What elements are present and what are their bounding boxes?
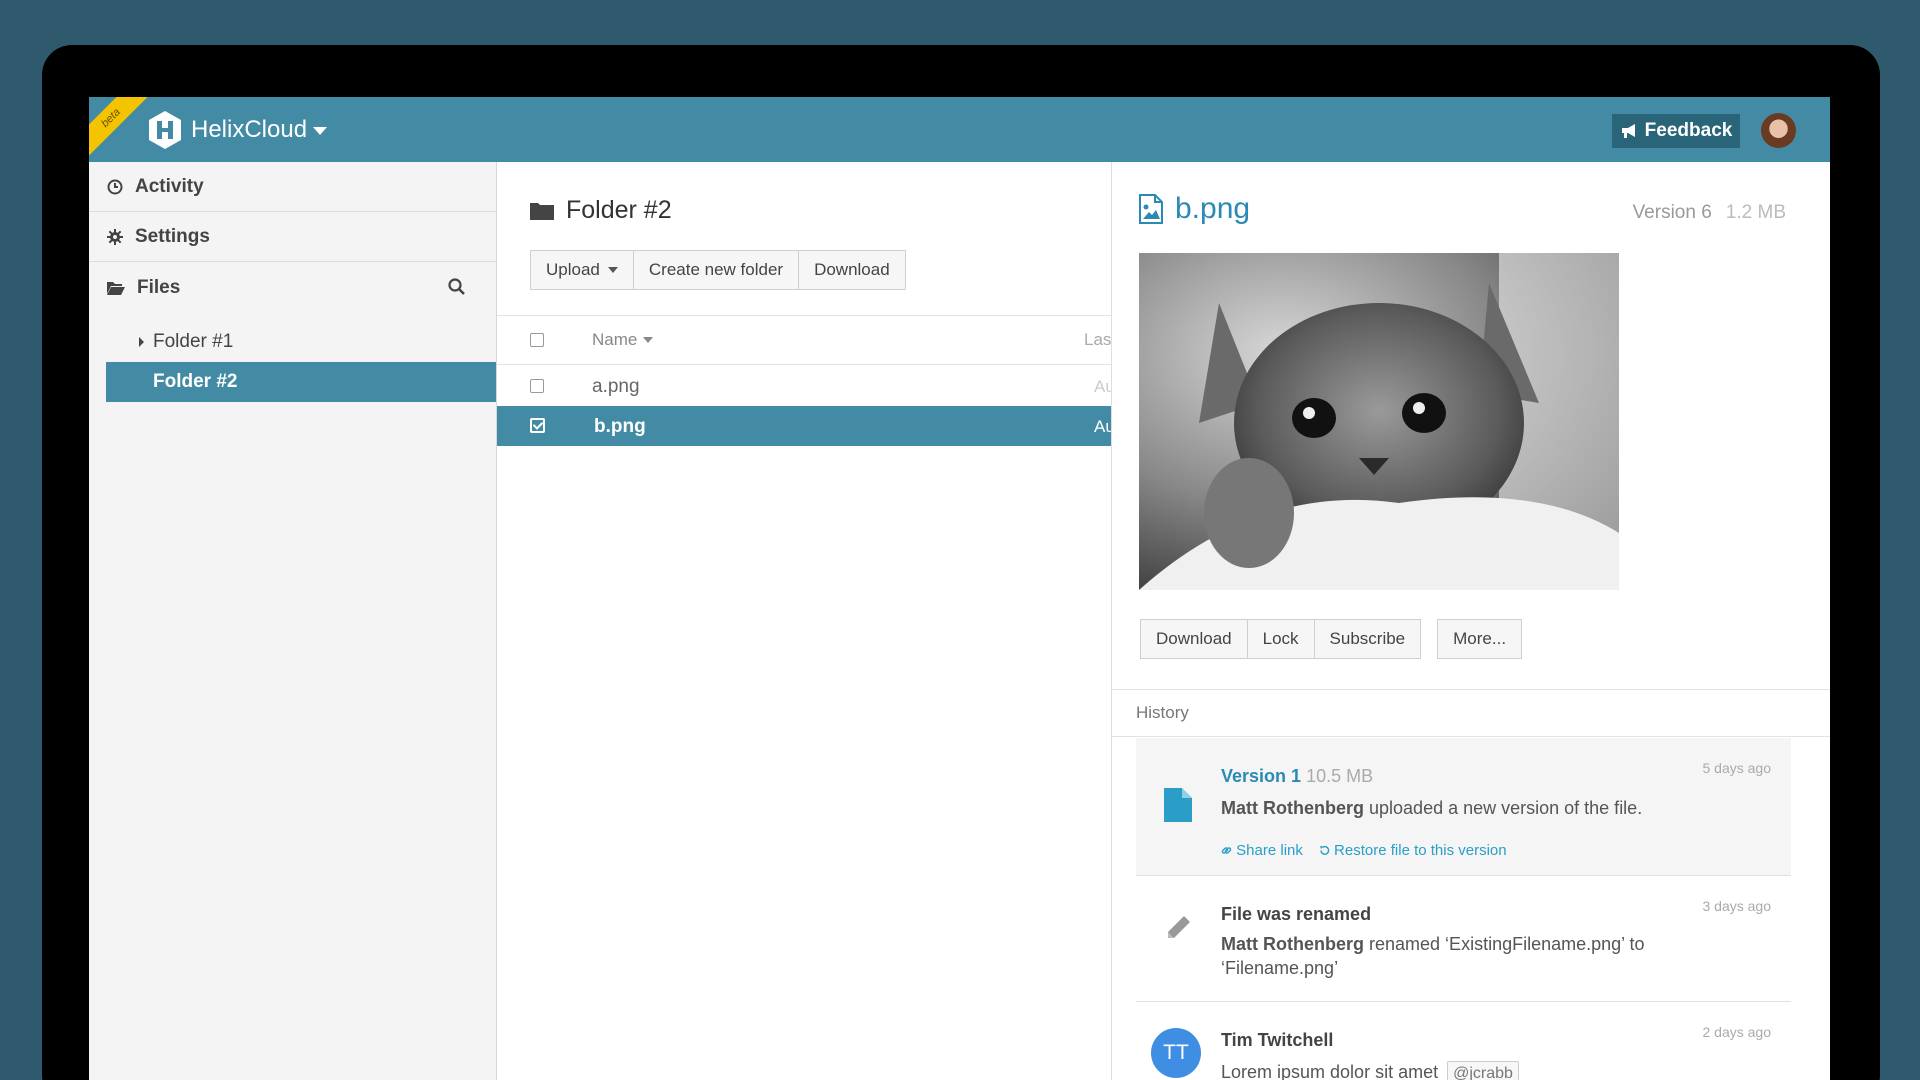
version-size: 10.5 MB xyxy=(1306,766,1374,786)
history-user: Matt Rothenberg xyxy=(1221,934,1364,954)
history-timestamp: 5 days ago xyxy=(1702,760,1772,776)
avatar: TT xyxy=(1151,1028,1201,1078)
caret-right-icon[interactable] xyxy=(139,337,144,347)
sidebar: Activity Settings Files Folder #1 Folder… xyxy=(89,162,497,1080)
folder-icon xyxy=(530,203,554,220)
history-entry-title: Version 1 10.5 MB xyxy=(1221,766,1373,787)
folder-pane: Folder #2 Upload Create new folder Downl… xyxy=(497,162,1111,1080)
restore-link-label: Restore file to this version xyxy=(1334,842,1507,859)
file-date: Au xyxy=(1094,417,1111,436)
tree-item-folder-1[interactable]: Folder #1 xyxy=(89,322,496,362)
app-window: beta HelixCloud Feedback Activity Settin… xyxy=(89,97,1830,1080)
image-file-icon xyxy=(1139,194,1163,224)
history-entry-title: File was renamed xyxy=(1221,904,1372,924)
name-column-header[interactable]: Name xyxy=(592,330,654,350)
feedback-button[interactable]: Feedback xyxy=(1612,114,1740,148)
file-detail-pane: b.png Version 6 1.2 MB Download Lock Sub… xyxy=(1111,162,1830,1080)
history-timestamp: 3 days ago xyxy=(1702,898,1772,914)
sidebar-item-label: Settings xyxy=(135,225,210,247)
search-icon[interactable] xyxy=(448,278,466,296)
file-name: a.png xyxy=(592,376,640,397)
history-timestamp: 2 days ago xyxy=(1702,1024,1772,1040)
share-link[interactable]: Share link xyxy=(1221,842,1303,859)
kitten-photo xyxy=(1139,253,1619,590)
folder-toolbar: Upload Create new folder Download xyxy=(530,250,906,290)
tree-item-label: Folder #1 xyxy=(153,331,234,352)
file-date: Au xyxy=(1094,377,1111,396)
row-checkbox-checked[interactable] xyxy=(530,418,545,433)
subscribe-button[interactable]: Subscribe xyxy=(1314,619,1422,659)
history-entry-text: Matt Rothenberg uploaded a new version o… xyxy=(1221,796,1681,820)
history-heading: History xyxy=(1112,689,1830,737)
file-version: Version 6 xyxy=(1632,202,1712,223)
table-row-selected[interactable]: b.png Au xyxy=(497,406,1111,446)
sidebar-item-files[interactable]: Files xyxy=(89,262,496,314)
column-label: Name xyxy=(592,330,638,349)
file-size: 1.2 MB xyxy=(1725,202,1786,223)
sidebar-item-settings[interactable]: Settings xyxy=(89,212,496,262)
file-actions: Download Lock Subscribe More... xyxy=(1140,619,1523,659)
tree-item-label: Folder #2 xyxy=(153,371,238,392)
chevron-down-icon xyxy=(313,127,328,135)
user-avatar[interactable] xyxy=(1761,113,1796,148)
upload-label: Upload xyxy=(546,260,600,279)
clock-icon xyxy=(107,179,123,194)
link-icon xyxy=(1221,847,1232,854)
sidebar-item-label: Activity xyxy=(135,175,204,197)
history-links: Share link Restore file to this version xyxy=(1221,842,1507,859)
history-entry-version: Version 1 10.5 MB 5 days ago Matt Rothen… xyxy=(1136,738,1791,876)
comment-author: Tim Twitchell xyxy=(1221,1030,1334,1050)
file-icon xyxy=(1164,788,1192,822)
folder-open-icon xyxy=(107,282,125,295)
comment-text: Lorem ipsum dolor sit amet @jcrabb xyxy=(1221,1060,1681,1080)
version-link[interactable]: Version 1 xyxy=(1221,766,1301,786)
lock-button[interactable]: Lock xyxy=(1247,619,1315,659)
file-meta: Version 6 1.2 MB xyxy=(1633,202,1786,224)
history-user: Matt Rothenberg xyxy=(1221,798,1364,818)
mention-tag[interactable]: @jcrabb xyxy=(1447,1061,1519,1080)
image-preview xyxy=(1139,253,1619,590)
gear-icon xyxy=(107,228,123,245)
share-link-label: Share link xyxy=(1236,842,1303,859)
history-entry-rename: File was renamed 3 days ago Matt Rothenb… xyxy=(1136,876,1791,1002)
folder-title: Folder #2 xyxy=(530,196,672,225)
megaphone-icon xyxy=(1621,124,1635,138)
sidebar-item-label: Files xyxy=(137,277,181,298)
helix-logo-icon xyxy=(149,111,181,149)
row-checkbox[interactable] xyxy=(530,379,544,393)
chevron-down-icon xyxy=(607,267,618,273)
restore-link[interactable]: Restore file to this version xyxy=(1319,842,1507,859)
create-folder-button[interactable]: Create new folder xyxy=(633,250,800,290)
history-entry-comment: TT Tim Twitchell 2 days ago Lorem ipsum … xyxy=(1136,1002,1791,1080)
download-button[interactable]: Download xyxy=(799,250,906,290)
select-all-checkbox[interactable] xyxy=(530,333,544,347)
comment-body: Lorem ipsum dolor sit amet xyxy=(1221,1062,1439,1080)
download-file-button[interactable]: Download xyxy=(1140,619,1248,659)
history-entry-text: Matt Rothenberg renamed ‘ExistingFilenam… xyxy=(1221,932,1681,980)
folder-title-text: Folder #2 xyxy=(566,196,672,224)
file-title: b.png xyxy=(1139,192,1250,226)
top-bar: beta HelixCloud Feedback xyxy=(89,97,1830,169)
file-title-text: b.png xyxy=(1175,192,1251,225)
more-button[interactable]: More... xyxy=(1437,619,1523,659)
table-row[interactable]: a.png Au xyxy=(497,366,1111,406)
tree-item-folder-2[interactable]: Folder #2 xyxy=(106,362,496,402)
file-table-header: Name Last xyxy=(497,315,1111,365)
file-name: b.png xyxy=(594,416,646,437)
brand-menu[interactable]: HelixCloud xyxy=(147,110,328,150)
sidebar-item-activity[interactable]: Activity xyxy=(89,162,496,212)
last-modified-column-header[interactable]: Last xyxy=(1084,330,1111,350)
sort-down-icon xyxy=(643,337,654,343)
restore-icon xyxy=(1319,845,1330,855)
pencil-icon xyxy=(1168,916,1190,938)
upload-button[interactable]: Upload xyxy=(530,250,634,290)
history-action: uploaded a new version of the file. xyxy=(1369,798,1643,818)
brand-name: HelixCloud xyxy=(191,116,308,143)
feedback-label: Feedback xyxy=(1644,120,1733,141)
